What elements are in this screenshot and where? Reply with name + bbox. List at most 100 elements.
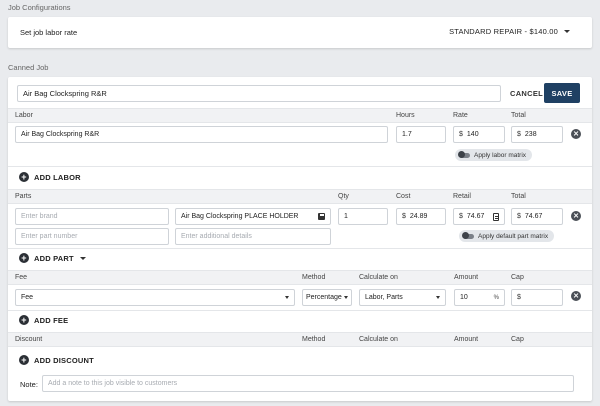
amount-col-header: Amount [454, 274, 479, 281]
labor-description-input[interactable]: Air Bag Clockspring R&R [15, 126, 388, 143]
job-config-card: Set job labor rate STANDARD REPAIR - $14… [8, 17, 592, 48]
add-discount-button[interactable]: + ADD DISCOUNT [19, 355, 94, 365]
toggle-icon [458, 151, 470, 158]
labor-rate-value: 140 [466, 131, 479, 138]
plus-icon: + [19, 172, 29, 182]
part-number-input[interactable]: Enter part number [15, 228, 169, 245]
part-cost-input[interactable]: $24.89 [396, 208, 446, 225]
add-part-label: ADD PART [34, 253, 74, 263]
fee-calculate-on-value: Labor, Parts [365, 294, 403, 301]
add-fee-label: ADD FEE [34, 315, 69, 325]
part-matrix-label: Apply default part matrix [478, 232, 549, 240]
add-labor-label: ADD LABOR [34, 172, 81, 182]
plus-icon: + [19, 355, 29, 365]
currency-prefix: $ [517, 213, 521, 220]
fee-amount-input[interactable]: 10 % [454, 289, 505, 306]
save-icon[interactable] [318, 213, 325, 220]
divider [8, 310, 592, 311]
part-matrix-toggle[interactable]: Apply default part matrix [459, 230, 555, 242]
cap-col-header: Cap [511, 336, 524, 343]
divider [8, 166, 592, 167]
chevron-down-icon[interactable] [79, 256, 86, 260]
fee-calculate-on-select[interactable]: Labor, Parts [359, 289, 446, 306]
total-col-header: Total [511, 112, 526, 119]
labor-rate-input[interactable]: $140 [453, 126, 505, 143]
remove-part-icon[interactable]: ✕ [571, 211, 581, 221]
chevron-down-icon [436, 296, 440, 299]
plus-icon: + [19, 315, 29, 325]
chevron-down-icon [285, 296, 289, 299]
part-cost-value: 24.89 [409, 213, 428, 220]
fee-select[interactable]: Fee [15, 289, 295, 306]
currency-prefix: $ [517, 294, 521, 301]
labor-total-input[interactable]: $238 [511, 126, 563, 143]
chevron-down-icon [564, 30, 570, 33]
add-part-button[interactable]: + ADD PART [19, 253, 86, 263]
fee-cap-input[interactable]: $ [511, 289, 563, 306]
fee-col-header: Fee [15, 274, 28, 281]
retail-col-header: Retail [453, 193, 471, 200]
fee-amount-value: 10 [460, 294, 468, 301]
labor-matrix-toggle[interactable]: Apply labor matrix [455, 149, 533, 161]
calculate-on-col-header: Calculate on [359, 336, 398, 343]
add-labor-button[interactable]: + ADD LABOR [19, 172, 81, 182]
part-qty-input[interactable]: 1 [338, 208, 388, 225]
part-total-value: 74.67 [524, 213, 543, 220]
part-retail-input[interactable]: $74.67 [453, 208, 505, 225]
cost-col-header: Cost [396, 193, 411, 200]
part-total-input[interactable]: $74.67 [511, 208, 563, 225]
canned-job-title: Canned Job [8, 63, 49, 72]
labor-total-value: 238 [524, 131, 537, 138]
discount-col-header: Discount [15, 336, 43, 343]
discount-header: Discount Method Calculate on Amount Cap [8, 332, 592, 347]
remove-fee-icon[interactable]: ✕ [571, 291, 581, 301]
labor-col-header: Labor [15, 112, 33, 119]
part-details-input[interactable]: Enter additional details [175, 228, 331, 245]
amount-col-header: Amount [454, 336, 479, 343]
fee-value: Fee [21, 294, 34, 301]
canned-job-card: Air Bag Clockspring R&R CANCEL SAVE Labo… [8, 77, 592, 401]
labor-header: Labor Hours Rate Total [8, 108, 592, 123]
parts-col-header: Parts [15, 193, 32, 200]
plus-icon: + [19, 253, 29, 263]
percent-suffix: % [493, 294, 499, 301]
save-button[interactable]: SAVE [544, 83, 580, 103]
part-name-input[interactable]: Air Bag Clockspring PLACE HOLDER [175, 208, 331, 225]
labor-matrix-label: Apply labor matrix [474, 151, 527, 159]
fee-header: Fee Method Calculate on Amount Cap [8, 270, 592, 285]
currency-prefix: $ [402, 213, 406, 220]
job-name-input[interactable]: Air Bag Clockspring R&R [17, 85, 501, 102]
note-label: Note: [20, 380, 38, 389]
calculate-on-col-header: Calculate on [359, 274, 398, 281]
hours-col-header: Hours [396, 112, 415, 119]
currency-prefix: $ [459, 213, 463, 220]
part-name-value: Air Bag Clockspring PLACE HOLDER [181, 213, 299, 220]
note-input[interactable]: Add a note to this job visible to custom… [42, 375, 574, 392]
calculator-icon[interactable] [493, 212, 499, 221]
currency-prefix: $ [459, 131, 463, 138]
fee-method-select[interactable]: Percentage [302, 289, 352, 306]
labor-rate-dropdown[interactable]: STANDARD REPAIR - $140.00 [449, 27, 570, 36]
toggle-icon [462, 232, 474, 239]
parts-header: Parts Qty Cost Retail Total [8, 189, 592, 204]
method-col-header: Method [302, 336, 326, 343]
add-discount-label: ADD DISCOUNT [34, 355, 94, 365]
labor-hours-input[interactable]: 1.7 [396, 126, 446, 143]
fee-method-value: Percentage [306, 294, 342, 301]
remove-labor-icon[interactable]: ✕ [571, 129, 581, 139]
add-fee-button[interactable]: + ADD FEE [19, 315, 68, 325]
rate-col-header: Rate [453, 112, 468, 119]
labor-rate-value: STANDARD REPAIR - $140.00 [449, 27, 558, 36]
method-col-header: Method [302, 274, 326, 281]
currency-prefix: $ [517, 131, 521, 138]
cap-col-header: Cap [511, 274, 524, 281]
divider [8, 248, 592, 249]
part-retail-value: 74.67 [466, 213, 485, 220]
total-col-header: Total [511, 193, 526, 200]
qty-col-header: Qty [338, 193, 349, 200]
cancel-button[interactable]: CANCEL [510, 89, 543, 98]
job-config-title: Job Configurations [8, 3, 71, 12]
part-brand-input[interactable]: Enter brand [15, 208, 169, 225]
chevron-down-icon [344, 296, 348, 299]
labor-rate-label: Set job labor rate [20, 28, 78, 37]
